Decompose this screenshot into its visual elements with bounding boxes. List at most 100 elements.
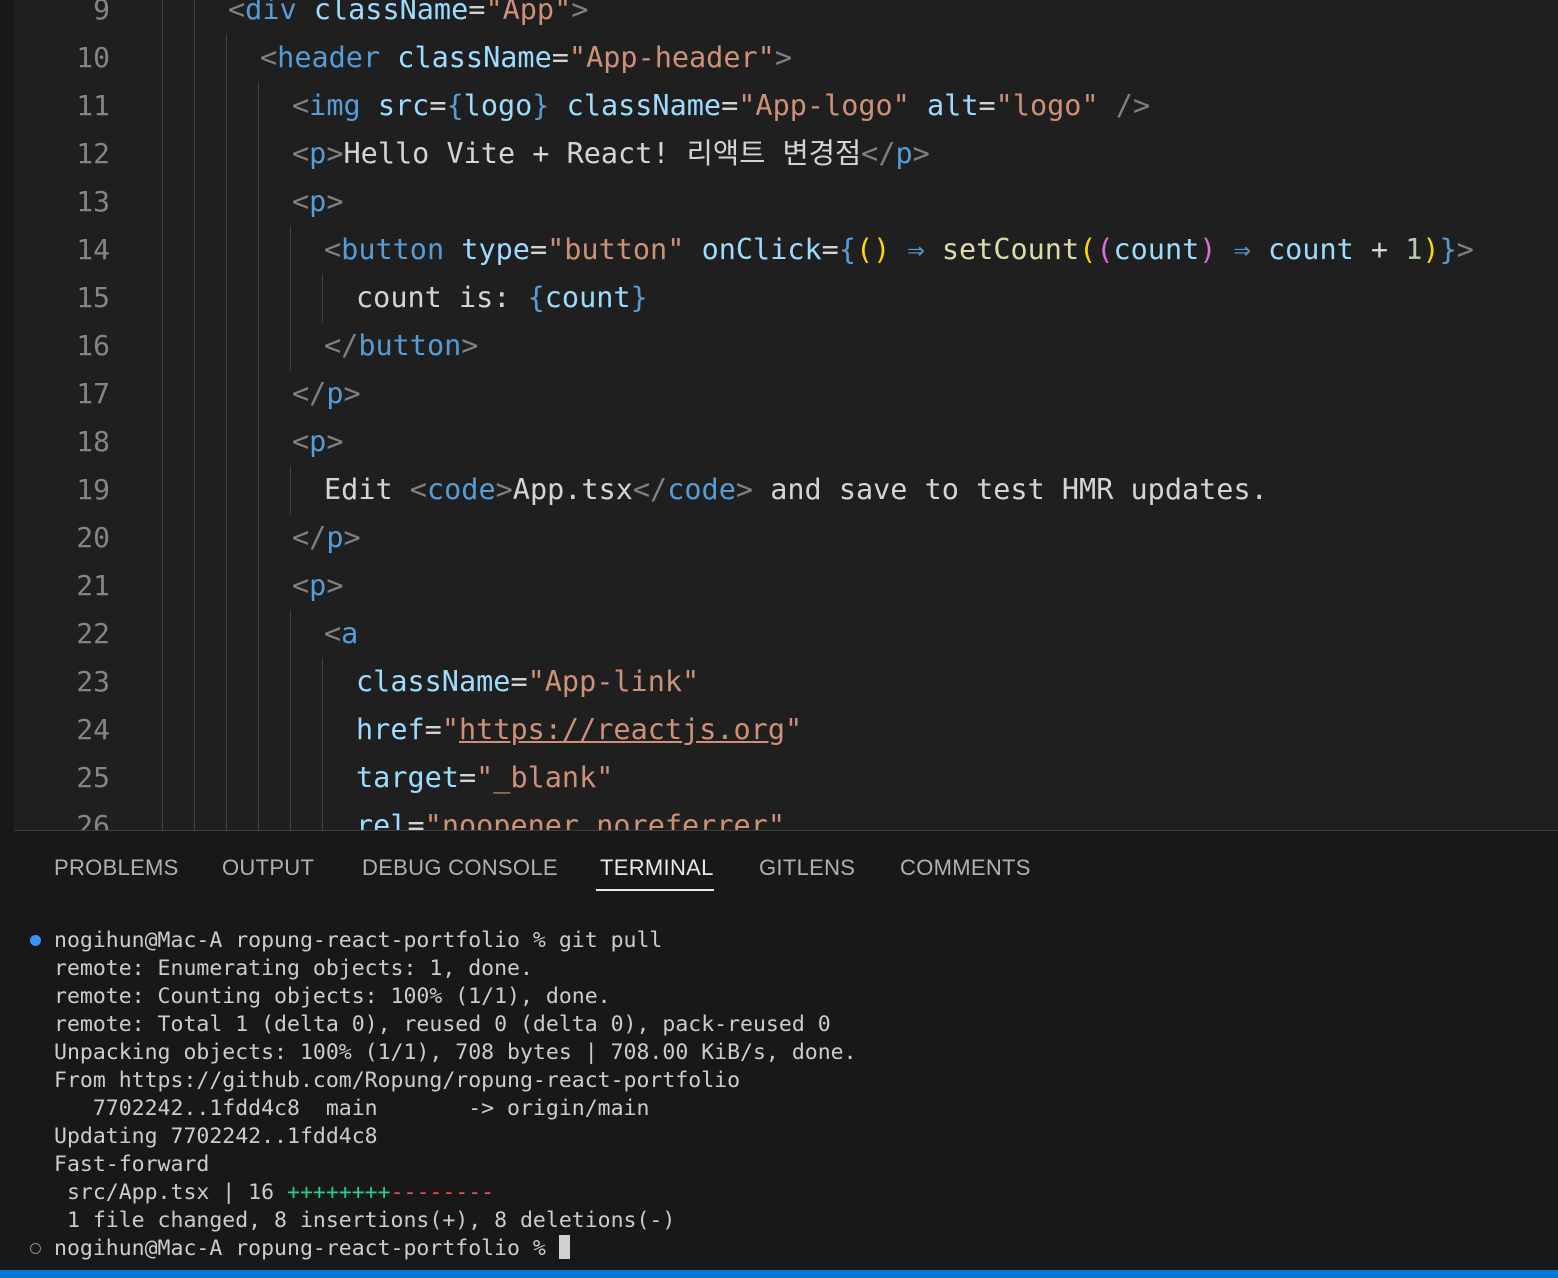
indent-guide — [194, 562, 195, 610]
code-line[interactable]: 21 <p> — [14, 562, 1558, 610]
code-link[interactable]: https://reactjs.org — [459, 713, 785, 746]
indent-guide — [258, 178, 259, 226]
code-token: = — [821, 233, 839, 266]
prompt-status-dot[interactable] — [30, 1243, 41, 1254]
terminal-line: nogihun@Mac-A ropung-react-portfolio % — [54, 1235, 570, 1263]
line-code: <p> — [292, 562, 344, 610]
terminal-text: Updating 7702242..1fdd4c8 — [54, 1124, 378, 1149]
indent-guide — [258, 274, 259, 322]
indent-guide — [226, 226, 227, 274]
code-token: + — [1353, 233, 1406, 266]
code-line[interactable]: 18 <p> — [14, 418, 1558, 466]
indent-guide — [194, 34, 195, 82]
code-line[interactable]: 20 </p> — [14, 514, 1558, 562]
indent-guide — [194, 706, 195, 754]
code-line[interactable]: 14 <button type="button" onClick={() ⇒ se… — [14, 226, 1558, 274]
indent-guide — [226, 658, 227, 706]
indent-guide — [290, 322, 291, 370]
code-token: count — [544, 281, 631, 314]
code-token: img — [309, 89, 361, 122]
code-line[interactable]: 26 rel="noopener noreferrer" — [14, 802, 1558, 830]
indent-guide — [290, 226, 291, 274]
indent-guide — [258, 322, 259, 370]
code-token: > — [326, 185, 344, 218]
code-token: "App-link" — [527, 665, 700, 698]
indent-guide — [226, 706, 227, 754]
code-token: > — [912, 137, 930, 170]
code-line[interactable]: 9 <div className="App"> — [14, 0, 1558, 34]
code-token: p — [309, 185, 327, 218]
code-token: = — [429, 89, 447, 122]
indent-guide — [226, 82, 227, 130]
code-line[interactable]: 11 <img src={logo} className="App-logo" a… — [14, 82, 1558, 130]
tab-debug-console[interactable]: DEBUG CONSOLE — [362, 853, 558, 883]
code-line[interactable]: 17 </p> — [14, 370, 1558, 418]
code-line[interactable]: 12 <p>Hello Vite + React! 리액트 변경점</p> — [14, 130, 1558, 178]
code-token: p — [309, 137, 327, 170]
code-line[interactable]: 22 <a — [14, 610, 1558, 658]
line-number: 23 — [76, 665, 110, 698]
command-status-dot[interactable] — [30, 935, 41, 946]
code-line[interactable]: 23 className="App-link" — [14, 658, 1558, 706]
indent-guide — [162, 610, 163, 658]
tab-output[interactable]: OUTPUT — [222, 853, 314, 883]
terminal-line: Updating 7702242..1fdd4c8 — [54, 1123, 378, 1151]
indent-guide — [258, 802, 259, 830]
tab-gitlens[interactable]: GITLENS — [759, 853, 855, 883]
indent-guide — [258, 466, 259, 514]
tab-terminal[interactable]: TERMINAL — [600, 853, 714, 883]
code-line[interactable]: 24 href="https://reactjs.org" — [14, 706, 1558, 754]
indent-guide — [194, 274, 195, 322]
code-token: Edit — [324, 473, 410, 506]
terminal-line: 7702242..1fdd4c8 main -> origin/main — [54, 1095, 650, 1123]
code-token: count — [1113, 233, 1200, 266]
terminal-line: remote: Counting objects: 100% (1/1), do… — [54, 983, 611, 1011]
indent-guide — [322, 802, 323, 830]
tab-comments[interactable]: COMMENTS — [900, 853, 1031, 883]
line-number: 11 — [76, 89, 110, 122]
tab-problems[interactable]: PROBLEMS — [54, 853, 179, 883]
code-token: { — [838, 233, 857, 266]
terminal-line: Fast-forward — [54, 1151, 209, 1179]
indent-guide — [290, 754, 291, 802]
code-token: < — [292, 425, 310, 458]
indent-guide — [194, 610, 195, 658]
code-line[interactable]: 25 target="_blank" — [14, 754, 1558, 802]
line-number: 26 — [76, 809, 110, 830]
indent-guide — [226, 274, 227, 322]
indent-guide — [194, 514, 195, 562]
indent-guide — [226, 34, 227, 82]
indent-guide — [258, 226, 259, 274]
code-token: and save to test HMR updates. — [753, 473, 1268, 506]
terminal-text: 7702242..1fdd4c8 main -> origin/main — [54, 1096, 650, 1121]
code-token: < — [409, 473, 427, 506]
code-token: src — [377, 89, 430, 122]
indent-guide — [290, 706, 291, 754]
code-line[interactable]: 16 </button> — [14, 322, 1558, 370]
code-editor[interactable]: 9 <div className="App"> 10 <header classNam… — [14, 0, 1558, 830]
terminal-cursor — [558, 1235, 570, 1259]
code-line[interactable]: 19 Edit <code>App.tsx</code> and save to … — [14, 466, 1558, 514]
indent-guide — [226, 610, 227, 658]
code-token: "App" — [485, 0, 572, 26]
indent-guide — [290, 274, 291, 322]
code-line[interactable]: 15 count is: {count} — [14, 274, 1558, 322]
code-token: ⇒ — [907, 233, 925, 266]
line-code: target="_blank" — [356, 754, 613, 802]
indent-guide — [162, 418, 163, 466]
line-number: 19 — [76, 473, 110, 506]
indent-guide — [290, 802, 291, 830]
line-number: 25 — [76, 761, 110, 794]
code-token: className — [397, 41, 552, 74]
window-left-edge — [0, 0, 14, 1278]
line-number: 9 — [93, 0, 110, 26]
code-line[interactable]: 10 <header className="App-header"> — [14, 34, 1558, 82]
line-code: <a — [324, 610, 358, 658]
terminal-text: Unpacking objects: 100% (1/1), 708 bytes… — [54, 1040, 857, 1065]
terminal-line: src/App.tsx | 16 ++++++++-------- — [54, 1179, 494, 1207]
code-token: "button" — [547, 233, 685, 266]
code-token: () — [856, 233, 891, 266]
indent-guide — [226, 178, 227, 226]
code-line[interactable]: 13 <p> — [14, 178, 1558, 226]
